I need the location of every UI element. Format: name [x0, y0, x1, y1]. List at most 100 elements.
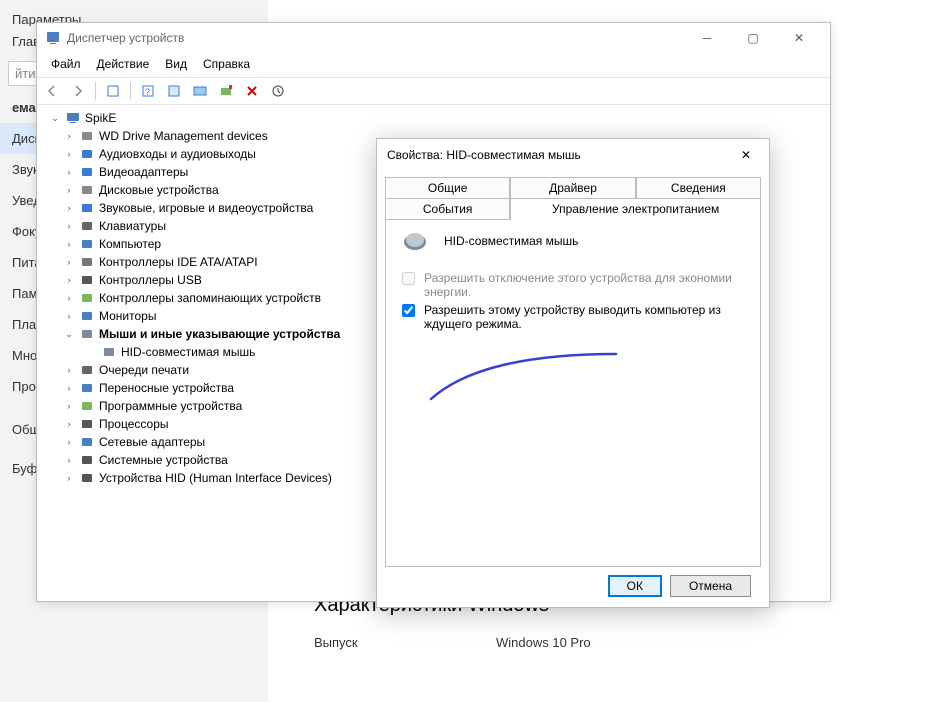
allow-turnoff-checkbox — [402, 272, 415, 285]
allow-wake-label: Разрешить этому устройству выводить комп… — [424, 303, 748, 331]
tree-node-label: Сетевые адаптеры — [99, 435, 205, 449]
menu-file[interactable]: Файл — [43, 55, 89, 73]
properties-dialog: Свойства: HID-совместимая мышь ✕ Общие Д… — [376, 138, 770, 608]
tree-node-label: Дисковые устройства — [99, 183, 219, 197]
cancel-button[interactable]: Отмена — [670, 575, 751, 597]
tab-power-management[interactable]: Управление электропитанием — [510, 198, 761, 220]
mouse-icon — [79, 326, 95, 342]
properties-toolbar-icon[interactable] — [102, 80, 124, 102]
tree-node-label: Системные устройства — [99, 453, 228, 467]
computer-icon — [65, 110, 81, 126]
tree-root[interactable]: ⌄ SpikE — [41, 109, 826, 127]
dm-titlebar[interactable]: Диспетчер устройств ─ ▢ ✕ — [37, 23, 830, 53]
tree-node-label: Мониторы — [99, 309, 156, 323]
device-header: HID-совместимая мышь — [398, 229, 748, 253]
expand-icon[interactable]: › — [63, 275, 75, 285]
expand-icon[interactable]: › — [63, 149, 75, 159]
expand-icon[interactable]: › — [63, 293, 75, 303]
expand-icon[interactable]: › — [63, 437, 75, 447]
tree-leaf-label: HID-совместимая мышь — [121, 345, 255, 359]
spec-edition-value: Windows 10 Pro — [496, 635, 591, 650]
close-button[interactable]: ✕ — [776, 23, 822, 53]
show-toolbar-icon[interactable] — [189, 80, 211, 102]
update-toolbar-icon[interactable] — [163, 80, 185, 102]
tree-node-label: Устройства HID (Human Interface Devices) — [99, 471, 332, 485]
remove-toolbar-icon[interactable] — [241, 80, 263, 102]
net-icon — [79, 434, 95, 450]
tree-node-label: Компьютер — [99, 237, 161, 251]
sys-icon — [79, 452, 95, 468]
portable-icon — [79, 380, 95, 396]
audio-icon — [79, 146, 95, 162]
tree-node-label: Клавиатуры — [99, 219, 166, 233]
dm-title: Диспетчер устройств — [67, 31, 684, 45]
usb-icon — [79, 272, 95, 288]
help-toolbar-icon[interactable]: ? — [137, 80, 159, 102]
allow-wake-checkbox[interactable] — [402, 304, 415, 317]
menu-action[interactable]: Действие — [89, 55, 158, 73]
tab-content: HID-совместимая мышь Разрешить отключени… — [385, 219, 761, 567]
expand-icon[interactable]: › — [63, 221, 75, 231]
tree-node-label: Очереди печати — [99, 363, 189, 377]
tree-node-label: Аудиовходы и аудиовыходы — [99, 147, 256, 161]
tree-node-label: Видеоадаптеры — [99, 165, 188, 179]
soft-icon — [79, 398, 95, 414]
forward-icon[interactable] — [67, 80, 89, 102]
back-icon[interactable] — [41, 80, 63, 102]
menu-help[interactable]: Справка — [195, 55, 258, 73]
tree-node-label: Контроллеры USB — [99, 273, 202, 287]
svg-text:?: ? — [145, 87, 150, 97]
expand-icon[interactable]: › — [63, 365, 75, 375]
spec-edition-key: Выпуск — [314, 635, 496, 650]
tree-node-label: Звуковые, игровые и видеоустройства — [99, 201, 313, 215]
tree-node-label: Контроллеры запоминающих устройств — [99, 291, 321, 305]
expand-icon[interactable]: › — [63, 239, 75, 249]
props-titlebar[interactable]: Свойства: HID-совместимая мышь ✕ — [377, 139, 769, 171]
minimize-button[interactable]: ─ — [684, 23, 730, 53]
menu-view[interactable]: Вид — [157, 55, 195, 73]
expand-icon[interactable]: › — [63, 455, 75, 465]
gear-icon — [79, 128, 95, 144]
expand-icon[interactable]: › — [63, 401, 75, 411]
tree-node-label: Контроллеры IDE ATA/ATAPI — [99, 255, 258, 269]
tree-node-label: Процессоры — [99, 417, 169, 431]
tree-node-label: Мыши и иные указывающие устройства — [99, 327, 340, 341]
sound-icon — [79, 200, 95, 216]
scan-toolbar-icon[interactable] — [215, 80, 237, 102]
expand-icon[interactable]: › — [63, 185, 75, 195]
allow-wake-row[interactable]: Разрешить этому устройству выводить комп… — [398, 303, 748, 331]
keyboard-icon — [79, 218, 95, 234]
dm-app-icon — [45, 30, 61, 46]
expand-icon[interactable]: › — [63, 419, 75, 429]
tabstrip: Общие Драйвер Сведения События Управлени… — [385, 177, 761, 219]
device-name-label: HID-совместимая мышь — [444, 234, 578, 248]
computer-icon — [79, 236, 95, 252]
dialog-buttons: ОК Отмена — [385, 567, 761, 605]
expand-icon[interactable]: › — [63, 131, 75, 141]
maximize-button[interactable]: ▢ — [730, 23, 776, 53]
ide-icon — [79, 254, 95, 270]
tab-details[interactable]: Сведения — [636, 177, 761, 199]
expand-icon[interactable]: › — [63, 473, 75, 483]
mouse-icon — [398, 229, 432, 253]
dm-menubar: Файл Действие Вид Справка — [37, 53, 830, 78]
expand-icon[interactable]: › — [63, 383, 75, 393]
tree-node-label: Программные устройства — [99, 399, 242, 413]
ok-button[interactable]: ОК — [608, 575, 662, 597]
monitor-icon — [79, 308, 95, 324]
print-icon — [79, 362, 95, 378]
tab-general[interactable]: Общие — [385, 177, 510, 199]
props-close-icon[interactable]: ✕ — [733, 148, 759, 162]
expand-icon[interactable]: › — [63, 311, 75, 321]
tab-events[interactable]: События — [385, 198, 510, 220]
spec-edition-row: Выпуск Windows 10 Pro — [314, 635, 946, 650]
expand-icon[interactable]: › — [63, 167, 75, 177]
annotation-curve — [421, 349, 621, 409]
uninstall-toolbar-icon[interactable] — [267, 80, 289, 102]
allow-turnoff-row: Разрешить отключение этого устройства дл… — [398, 271, 748, 299]
expand-icon[interactable]: › — [63, 257, 75, 267]
tab-driver[interactable]: Драйвер — [510, 177, 635, 199]
collapse-icon[interactable]: ⌄ — [49, 113, 61, 124]
expand-icon[interactable]: › — [63, 203, 75, 213]
collapse-icon[interactable]: ⌄ — [63, 329, 75, 340]
